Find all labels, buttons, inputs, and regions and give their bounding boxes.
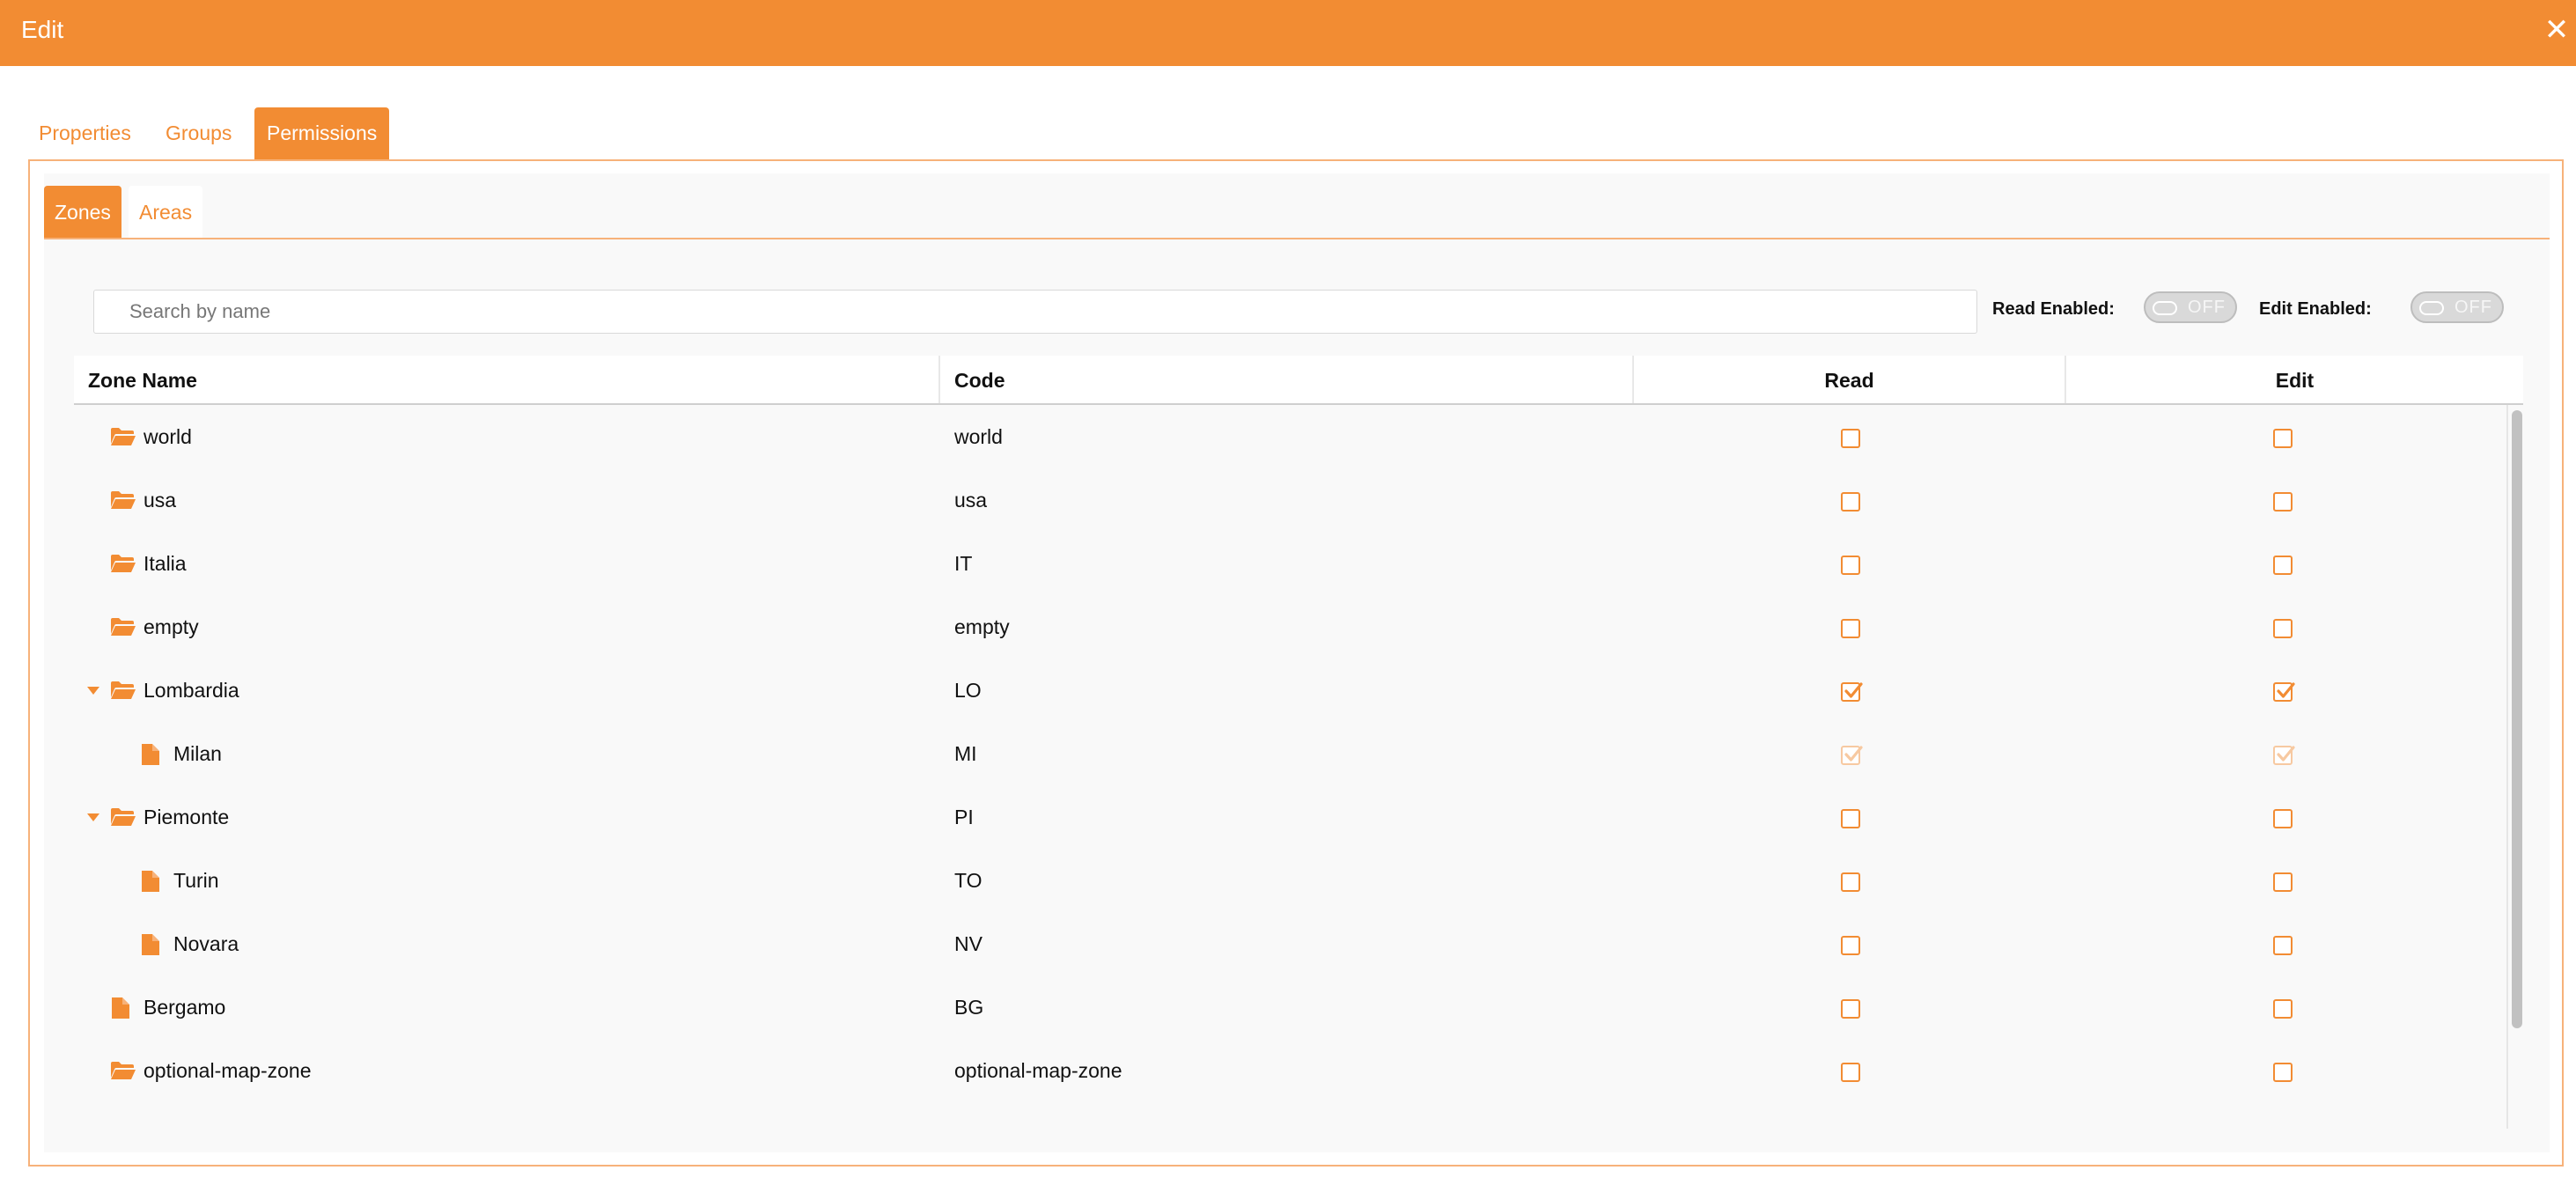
zone-code: empty — [954, 615, 1010, 638]
folder-open-icon — [110, 553, 136, 578]
edit-checkbox[interactable] — [2273, 556, 2293, 575]
zone-code: IT — [954, 552, 973, 575]
edit-enabled-label: Edit Enabled: — [2259, 299, 2372, 319]
folder-open-icon — [110, 1060, 136, 1086]
folder-open-icon — [110, 426, 136, 452]
zone-name: usa — [144, 489, 177, 512]
zone-code: LO — [954, 679, 982, 702]
edit-checkbox[interactable] — [2273, 682, 2295, 702]
table-row[interactable]: Novara NV — [74, 912, 2504, 975]
folder-open-icon — [110, 616, 136, 642]
dialog-title: Edit — [21, 16, 64, 43]
read-checkbox[interactable] — [1841, 999, 1860, 1019]
zone-code: NV — [954, 932, 983, 955]
table-header: Zone Name Code Read Edit — [74, 356, 2523, 405]
table-scrollbar[interactable] — [2506, 405, 2524, 1129]
table-row[interactable]: Italia IT — [74, 532, 2504, 595]
search-input[interactable] — [93, 290, 1977, 334]
edit-checkbox[interactable] — [2273, 429, 2293, 448]
table-row[interactable]: usa usa — [74, 468, 2504, 532]
close-icon[interactable]: ✕ — [2539, 12, 2574, 48]
zone-name: Turin — [173, 869, 219, 892]
folder-open-icon — [110, 489, 136, 515]
table-row[interactable]: Lombardia LO — [74, 659, 2504, 722]
table-row[interactable]: Turin TO — [74, 849, 2504, 912]
dialog-titlebar: Edit ✕ — [0, 0, 2576, 66]
column-header-read[interactable]: Read — [1634, 356, 2066, 403]
read-checkbox[interactable] — [1841, 682, 1863, 702]
zone-name: Bergamo — [144, 996, 226, 1019]
zone-name: Lombardia — [144, 679, 239, 702]
zone-name: world — [144, 425, 192, 448]
edit-checkbox[interactable] — [2273, 936, 2293, 955]
toggle-knob — [2153, 301, 2177, 315]
tab-permissions[interactable]: Permissions — [254, 107, 390, 160]
table-row[interactable]: Piemonte PI — [74, 785, 2504, 849]
read-checkbox[interactable] — [1841, 1063, 1860, 1082]
folder-open-icon — [110, 680, 136, 705]
zone-code: optional-map-zone — [954, 1059, 1122, 1082]
zone-name: empty — [144, 615, 199, 638]
file-icon — [111, 997, 130, 1024]
column-header-edit[interactable]: Edit — [2066, 356, 2523, 403]
folder-open-icon — [110, 806, 136, 832]
table-row[interactable]: empty empty — [74, 595, 2504, 659]
file-icon — [141, 870, 160, 897]
zones-table-body: world world usa usa Italia IT empty empty Lombar… — [74, 405, 2523, 1129]
subtab-zones[interactable]: Zones — [44, 186, 121, 239]
zone-code: MI — [954, 742, 977, 765]
edit-checkbox[interactable] — [2273, 872, 2293, 892]
expand-caret-icon[interactable] — [87, 813, 99, 821]
zone-code: PI — [954, 806, 974, 828]
zone-name: optional-map-zone — [144, 1059, 312, 1082]
read-checkbox[interactable] — [1841, 429, 1860, 448]
table-row[interactable]: world world — [74, 405, 2504, 468]
edit-enabled-state: OFF — [2455, 298, 2492, 317]
zone-code: usa — [954, 489, 988, 512]
edit-enabled-toggle[interactable]: OFF — [2410, 291, 2504, 323]
table-row[interactable]: optional-map-zone optional-map-zone — [74, 1039, 2504, 1102]
read-checkbox[interactable] — [1841, 619, 1860, 638]
zone-name: Novara — [173, 932, 239, 955]
edit-checkbox[interactable] — [2273, 619, 2293, 638]
table-row[interactable]: Bergamo BG — [74, 975, 2504, 1039]
subtab-divider — [44, 238, 2550, 239]
file-icon — [141, 743, 160, 770]
edit-checkbox[interactable] — [2273, 999, 2293, 1019]
edit-checkbox[interactable] — [2273, 1063, 2293, 1082]
zone-name: Italia — [144, 552, 187, 575]
file-icon — [141, 933, 160, 961]
subtab-areas[interactable]: Areas — [129, 186, 203, 239]
edit-checkbox[interactable] — [2273, 492, 2293, 512]
edit-checkbox[interactable] — [2273, 809, 2293, 828]
toggle-knob — [2419, 301, 2444, 315]
zone-name: Milan — [173, 742, 222, 765]
permissions-panel: Zones Areas Read Enabled: OFF Edit Enabl… — [28, 159, 2564, 1167]
table-row[interactable]: Milan MI — [74, 722, 2504, 785]
zones-panel: Zones Areas Read Enabled: OFF Edit Enabl… — [44, 173, 2550, 1152]
column-header-code[interactable]: Code — [940, 356, 1634, 403]
read-enabled-label: Read Enabled: — [1992, 299, 2115, 319]
read-checkbox[interactable] — [1841, 746, 1863, 765]
column-header-zone-name[interactable]: Zone Name — [74, 356, 940, 403]
zone-code: BG — [954, 996, 984, 1019]
read-enabled-toggle[interactable]: OFF — [2144, 291, 2237, 323]
zone-code: world — [954, 425, 1003, 448]
expand-caret-icon[interactable] — [87, 687, 99, 695]
read-checkbox[interactable] — [1841, 556, 1860, 575]
read-checkbox[interactable] — [1841, 872, 1860, 892]
tab-groups[interactable]: Groups — [153, 107, 244, 160]
edit-checkbox[interactable] — [2273, 746, 2295, 765]
read-checkbox[interactable] — [1841, 809, 1860, 828]
tab-properties[interactable]: Properties — [26, 107, 144, 160]
zone-name: Piemonte — [144, 806, 230, 828]
read-enabled-state: OFF — [2188, 298, 2226, 317]
read-checkbox[interactable] — [1841, 492, 1860, 512]
zone-code: TO — [954, 869, 983, 892]
scrollbar-thumb[interactable] — [2512, 410, 2522, 1028]
read-checkbox[interactable] — [1841, 936, 1860, 955]
